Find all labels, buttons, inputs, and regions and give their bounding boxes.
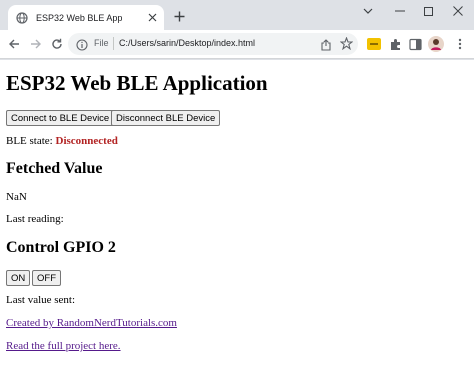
bookmark-star-icon[interactable] [339,36,354,51]
maximize-icon[interactable] [418,4,438,18]
more-menu-icon[interactable] [452,36,468,52]
fetched-value-heading: Fetched Value [6,160,103,177]
last-value-sent-label: Last value sent: [6,294,76,306]
gpio-heading: Control GPIO 2 [6,239,116,256]
last-reading-label: Last reading: [6,213,64,225]
url-separator [113,37,114,50]
browser-chrome: ESP32 Web BLE App File C:/Users/sarin/De… [0,0,474,60]
share-icon[interactable] [320,38,332,51]
tab-title: ESP32 Web BLE App [36,12,123,23]
address-bar[interactable]: File C:/Users/sarin/Desktop/index.html [68,33,358,55]
fetched-value: NaN [6,191,27,203]
new-tab-icon[interactable] [171,8,187,24]
project-link[interactable]: Read the full project here. [6,340,121,352]
globe-icon [16,11,28,24]
back-arrow-icon[interactable] [6,36,22,52]
credit-link[interactable]: Created by RandomNerdTutorials.com [6,317,177,329]
sidebar-icon[interactable] [407,36,423,52]
ble-state-label: BLE state: [6,135,53,147]
ble-state-value: Disconnected [55,135,118,147]
profile-avatar[interactable] [428,36,444,52]
forward-arrow-icon[interactable] [28,36,44,52]
close-tab-icon[interactable] [146,11,158,23]
reload-icon[interactable] [49,36,65,52]
url-text[interactable]: C:/Users/sarin/Desktop/index.html [119,38,255,48]
ble-state-row: BLE state: Disconnected [6,135,118,147]
extension-icon[interactable] [366,36,382,52]
browser-toolbar: File C:/Users/sarin/Desktop/index.html [0,30,474,58]
gpio-on-button[interactable]: ON [6,270,31,286]
disconnect-ble-button[interactable]: Disconnect BLE Device [111,110,221,126]
gpio-off-button[interactable]: OFF [32,270,61,286]
tab-bar: ESP32 Web BLE App [0,0,474,30]
close-window-icon[interactable] [448,4,468,18]
puzzle-extensions-icon[interactable] [387,36,403,52]
connect-ble-button[interactable]: Connect to BLE Device [6,110,115,126]
minimize-icon[interactable] [390,4,410,18]
browser-tab[interactable]: ESP32 Web BLE App [8,5,164,30]
toolbar-divider [0,58,474,59]
tab-search-chevron-icon[interactable] [358,4,378,18]
url-scheme: File [94,38,109,48]
info-icon[interactable] [76,38,88,51]
page-title: ESP32 Web BLE Application [6,71,268,95]
web-page: ESP32 Web BLE Application Connect to BLE… [0,60,474,369]
